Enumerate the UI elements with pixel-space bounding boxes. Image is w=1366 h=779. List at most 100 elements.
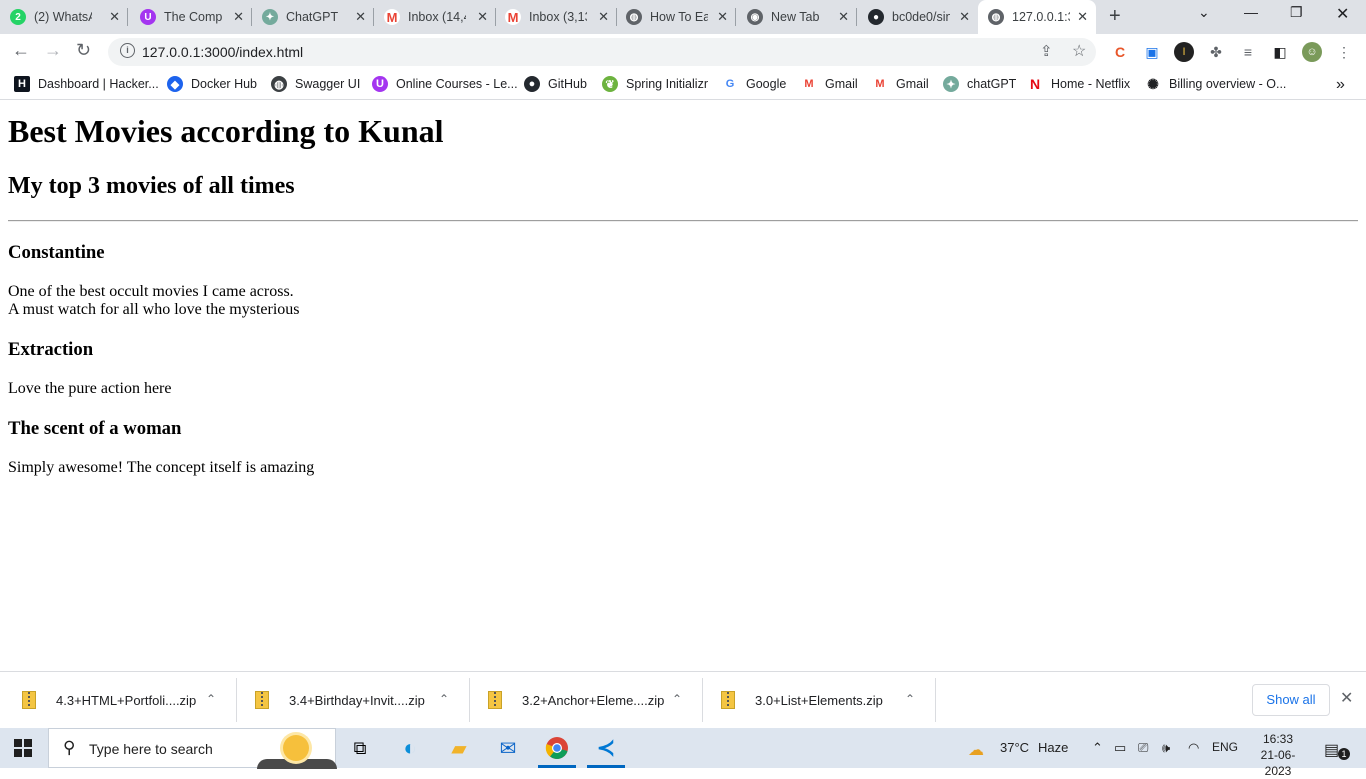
tab-chatgpt[interactable]: ✦ ChatGPT ✕	[262, 0, 374, 34]
share-icon[interactable]: ⇪	[1040, 42, 1053, 60]
spring-icon: ❦	[602, 76, 618, 92]
close-icon[interactable]: ✕	[717, 9, 728, 25]
address-url[interactable]: 127.0.0.1:3000/index.html	[142, 44, 303, 60]
more-bookmarks-icon[interactable]: »	[1336, 76, 1345, 94]
weather-desc[interactable]: Haze	[1038, 740, 1068, 755]
chevron-up-icon[interactable]: ⌃	[672, 692, 682, 706]
search-icon: ⚲	[63, 738, 76, 757]
clock-date: 21-06-2023	[1260, 748, 1296, 778]
volume-icon[interactable]: 🕪	[1162, 740, 1170, 756]
download-item[interactable]: 3.2+Anchor+Eleme....zip ⌃	[488, 678, 698, 722]
download-separator	[935, 678, 936, 722]
file-explorer-icon[interactable]: ▰	[445, 734, 473, 762]
bookmark-github[interactable]: ● GitHub	[524, 76, 587, 92]
tab-title: The Complete	[164, 10, 222, 24]
download-item[interactable]: 3.0+List+Elements.zip ⌃	[721, 678, 931, 722]
bookmark-netflix[interactable]: N Home - Netflix	[1027, 76, 1130, 92]
clock[interactable]: 16:33 21-06-2023	[1248, 731, 1308, 779]
notification-icon[interactable]: ▤	[1324, 740, 1339, 760]
close-icon[interactable]: ✕	[477, 9, 488, 25]
task-view-icon[interactable]: ⧉	[346, 734, 374, 762]
chevron-up-icon[interactable]: ⌃	[206, 692, 216, 706]
bookmark-docker[interactable]: ◆ Docker Hub	[167, 76, 257, 92]
battery-icon[interactable]: ▭	[1114, 740, 1126, 756]
close-icon[interactable]: ✕	[959, 9, 970, 25]
mail-icon[interactable]: ✉	[494, 734, 522, 762]
back-icon[interactable]: ←	[12, 40, 30, 61]
avatar[interactable]: ☺	[1302, 42, 1322, 62]
window-close-icon[interactable]: ✕	[1336, 4, 1349, 24]
media-control-icon[interactable]: ≡	[1238, 42, 1258, 62]
language-indicator[interactable]: ENG	[1212, 740, 1238, 754]
bookmark-hackerrank[interactable]: H Dashboard | Hacker...	[14, 76, 159, 92]
tab-title: How To Ea	[650, 10, 708, 24]
tab-whatsapp[interactable]: 2 (2) WhatsApp ✕	[10, 0, 128, 34]
netflix-icon: N	[1027, 76, 1043, 92]
openai-icon: ✺	[1145, 76, 1161, 92]
tab-inbox-1[interactable]: M Inbox (14,4 ✕	[384, 0, 496, 34]
download-item[interactable]: 4.3+HTML+Portfoli....zip ⌃	[22, 678, 232, 722]
download-separator	[469, 678, 470, 722]
chevron-up-icon[interactable]: ⌃	[905, 692, 915, 706]
address-bar[interactable]: i 127.0.0.1:3000/index.html ⇪ ☆	[108, 38, 1096, 66]
tab-localhost[interactable]: ◍ 127.0.0.1:3 ✕	[978, 0, 1096, 34]
vscode-icon[interactable]: ≺	[592, 734, 620, 762]
weather-temp[interactable]: 37°C	[1000, 740, 1029, 755]
extensions-puzzle-icon[interactable]: ✤	[1206, 42, 1226, 62]
close-icon[interactable]: ✕	[355, 9, 366, 25]
bookmark-gmail-2[interactable]: M Gmail	[872, 76, 929, 92]
show-all-button[interactable]: Show all	[1252, 684, 1330, 716]
tab-inbox-2[interactable]: M Inbox (3,13 ✕	[505, 0, 617, 34]
page-content: Best Movies according to Kunal My top 3 …	[0, 101, 1366, 671]
close-icon[interactable]: ✕	[109, 9, 120, 25]
menu-kebab-icon[interactable]: ⋮	[1334, 42, 1354, 62]
close-icon[interactable]: ✕	[1340, 688, 1353, 708]
windows-start-icon[interactable]	[14, 739, 32, 757]
tab-new-tab[interactable]: ◉ New Tab ✕	[747, 0, 857, 34]
reload-icon[interactable]: ↻	[76, 40, 91, 61]
bookmark-billing[interactable]: ✺ Billing overview - O...	[1145, 76, 1286, 92]
extension-screen-icon[interactable]: ▣	[1142, 42, 1162, 62]
tab-separator	[856, 8, 857, 26]
zip-file-icon	[488, 691, 502, 709]
meet-now-icon[interactable]: ⎚	[1138, 740, 1148, 756]
restore-icon[interactable]: ❐	[1290, 4, 1303, 21]
site-info-icon[interactable]: i	[120, 43, 135, 58]
download-item[interactable]: 3.4+Birthday+Invit....zip ⌃	[255, 678, 465, 722]
tab-separator	[735, 8, 736, 26]
bookmark-chatgpt[interactable]: ✦ chatGPT	[943, 76, 1016, 92]
tray-chevron-up-icon[interactable]: ⌃	[1092, 740, 1103, 756]
tab-udemy[interactable]: U The Complete ✕	[140, 0, 252, 34]
minimize-icon[interactable]: —	[1244, 4, 1258, 20]
bookmark-star-icon[interactable]: ☆	[1072, 41, 1086, 61]
close-icon[interactable]: ✕	[838, 9, 849, 25]
tab-github[interactable]: ● bc0de0/sin ✕	[868, 0, 978, 34]
zip-file-icon	[22, 691, 36, 709]
wifi-icon[interactable]: ◠	[1188, 740, 1199, 756]
bookmark-google[interactable]: G Google	[722, 76, 786, 92]
side-panel-icon[interactable]: ◧	[1270, 42, 1290, 62]
bookmark-spring[interactable]: ❦ Spring Initializr	[602, 76, 708, 92]
chrome-icon[interactable]	[543, 734, 571, 762]
download-filename: 3.4+Birthday+Invit....zip	[289, 692, 425, 708]
extension-c-icon[interactable]: C	[1110, 42, 1130, 62]
bookmark-gmail-1[interactable]: M Gmail	[801, 76, 858, 92]
tab-how-to[interactable]: ◍ How To Ea ✕	[626, 0, 736, 34]
tab-title: (2) WhatsApp	[34, 10, 92, 24]
close-icon[interactable]: ✕	[233, 9, 244, 25]
new-tab-icon[interactable]: +	[1109, 5, 1121, 28]
edge-icon[interactable]: ◐	[396, 734, 424, 762]
page-title: Best Movies according to Kunal	[8, 113, 444, 149]
close-icon[interactable]: ✕	[1077, 9, 1088, 25]
weather-icon[interactable]: ☁	[968, 740, 984, 760]
forward-icon[interactable]: →	[44, 40, 62, 61]
google-icon: G	[722, 76, 738, 92]
close-icon[interactable]: ✕	[598, 9, 609, 25]
bookmark-udemy[interactable]: U Online Courses - Le...	[372, 76, 518, 92]
tab-title: ChatGPT	[286, 10, 339, 24]
extension-coin-icon[interactable]: I	[1174, 42, 1194, 62]
tab-search-icon[interactable]: ⌄	[1198, 4, 1210, 21]
bookmark-swagger[interactable]: ◍ Swagger UI	[271, 76, 360, 92]
taskbar-search-input[interactable]: ⚲ Type here to search	[48, 728, 337, 769]
chevron-up-icon[interactable]: ⌃	[439, 692, 449, 706]
